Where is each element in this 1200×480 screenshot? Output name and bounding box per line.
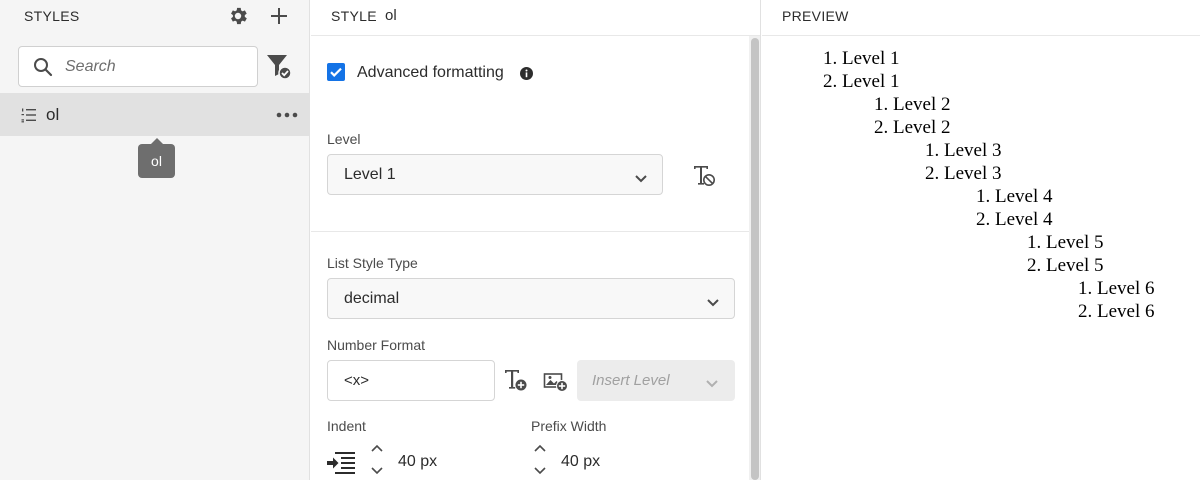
advanced-formatting-label: Advanced formatting xyxy=(357,64,504,81)
style-editor-panel: STYLE ol Advanced formatting Level Level… xyxy=(311,0,761,480)
chevron-down-icon xyxy=(634,171,648,183)
prefix-width-stepper[interactable] xyxy=(533,442,547,480)
styles-panel-title: STYLES xyxy=(24,8,80,24)
insert-image-icon[interactable] xyxy=(543,368,569,394)
style-tooltip: ol xyxy=(138,138,175,178)
number-format-label: Number Format xyxy=(327,337,426,353)
preview-list-item: 1. Level 5 xyxy=(1027,232,1104,253)
number-format-input[interactable] xyxy=(327,360,495,401)
gear-icon[interactable] xyxy=(226,4,250,28)
style-editor-header: STYLE ol xyxy=(311,0,760,36)
info-icon[interactable] xyxy=(520,67,533,80)
style-list-item-ol[interactable]: ol xyxy=(0,93,310,136)
preview-list-item: 1. Level 3 xyxy=(925,140,1002,161)
search-field[interactable] xyxy=(18,46,258,87)
indent-label: Indent xyxy=(327,418,366,434)
list-style-type-value: decimal xyxy=(344,290,400,307)
filter-icon[interactable] xyxy=(266,53,292,81)
ordered-list-icon xyxy=(21,107,37,123)
preview-list-item: 1. Level 1 xyxy=(823,48,900,69)
preview-header: PREVIEW xyxy=(762,0,1200,36)
preview-list-item: 2. Level 5 xyxy=(1027,255,1104,276)
search-input[interactable] xyxy=(65,56,245,78)
preview-list-item: 1. Level 6 xyxy=(1078,278,1155,299)
scrollbar-thumb[interactable] xyxy=(751,38,759,480)
section-divider xyxy=(311,231,749,232)
search-icon xyxy=(33,57,53,77)
chevron-down-icon xyxy=(705,376,719,388)
more-options-icon[interactable] xyxy=(275,105,299,125)
level-dropdown[interactable]: Level 1 xyxy=(327,154,663,195)
list-style-type-label: List Style Type xyxy=(327,255,418,271)
insert-level-dropdown: Insert Level xyxy=(577,360,735,401)
preview-list-item: 1. Level 4 xyxy=(976,186,1053,207)
preview-title: PREVIEW xyxy=(782,8,849,24)
add-icon[interactable] xyxy=(267,4,291,28)
clear-formatting-icon[interactable] xyxy=(691,163,717,189)
style-editor-title: STYLE xyxy=(331,8,377,24)
preview-list-item: 2. Level 6 xyxy=(1078,301,1155,322)
preview-list-item: 1. Level 2 xyxy=(874,94,951,115)
styles-panel-header: STYLES xyxy=(0,0,310,34)
style-name: ol xyxy=(385,7,397,24)
style-item-label: ol xyxy=(46,105,60,124)
styles-panel: STYLES ol ol xyxy=(0,0,310,480)
indent-value[interactable]: 40 px xyxy=(398,453,437,471)
insert-level-placeholder: Insert Level xyxy=(592,372,670,389)
prefix-width-label: Prefix Width xyxy=(531,418,607,434)
advanced-formatting-checkbox[interactable] xyxy=(327,63,345,81)
preview-list-item: 2. Level 1 xyxy=(823,71,900,92)
insert-text-icon[interactable] xyxy=(503,368,529,394)
chevron-down-icon xyxy=(706,295,720,307)
level-label: Level xyxy=(327,131,361,147)
preview-list-item: 2. Level 2 xyxy=(874,117,951,138)
preview-list-item: 2. Level 3 xyxy=(925,163,1002,184)
indent-stepper[interactable] xyxy=(370,442,384,480)
indent-icon xyxy=(327,451,355,475)
prefix-width-value[interactable]: 40 px xyxy=(561,453,600,471)
preview-panel: PREVIEW 1. Level 1 2. Level 1 1. Level 2… xyxy=(762,0,1200,480)
list-style-type-dropdown[interactable]: decimal xyxy=(327,278,735,319)
preview-list-item: 2. Level 4 xyxy=(976,209,1053,230)
level-value: Level 1 xyxy=(344,166,396,183)
